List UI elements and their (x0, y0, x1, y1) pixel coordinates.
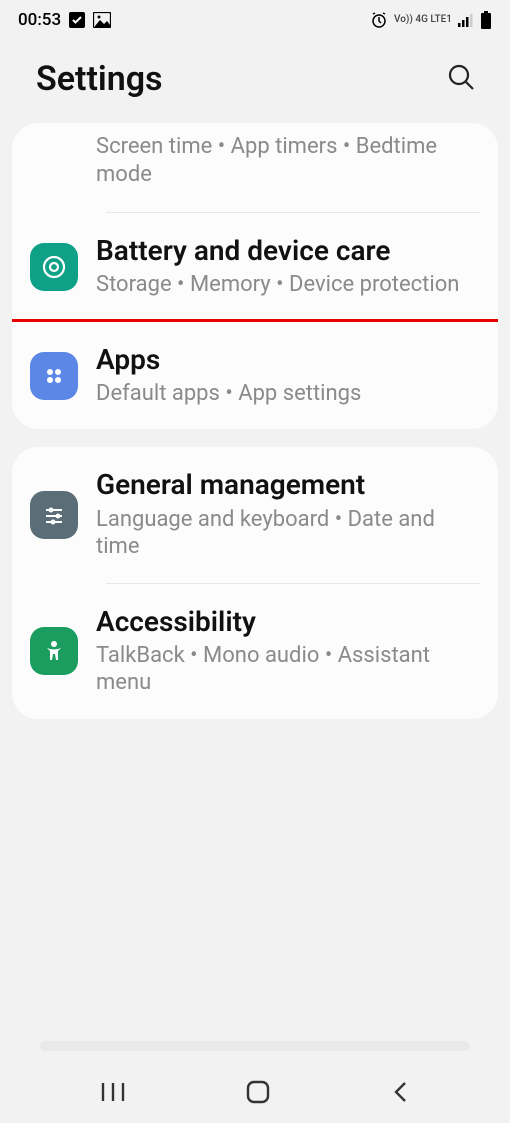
row-title: Apps (96, 344, 480, 376)
row-subtitle: Screen time • App timers • Bedtime mode (96, 133, 480, 188)
home-icon (245, 1093, 271, 1108)
recents-button[interactable] (90, 1071, 136, 1116)
search-icon (446, 80, 476, 95)
settings-header: Settings (0, 40, 510, 123)
settings-row-apps[interactable]: Apps Default apps • App settings (12, 322, 498, 430)
apps-icon (30, 352, 78, 400)
row-subtitle: Language and keyboard • Date and time (96, 506, 480, 561)
battery-icon (480, 11, 492, 29)
search-button[interactable] (442, 58, 480, 99)
settings-row-accessibility[interactable]: Accessibility TalkBack • Mono audio • As… (12, 584, 498, 719)
image-icon (93, 12, 111, 28)
row-title: General management (96, 469, 480, 501)
navigation-bar (0, 1063, 510, 1123)
settings-row-general-management[interactable]: General management Language and keyboard… (12, 447, 498, 582)
scroll-indicator (40, 1041, 470, 1051)
home-button[interactable] (235, 1069, 281, 1118)
highlight-box: Apps Default apps • App settings (12, 319, 498, 430)
status-bar: 00:53 Vo)) 4G LTE1 (0, 0, 510, 40)
device-care-icon (30, 243, 78, 291)
row-subtitle: Storage • Memory • Device protection (96, 271, 480, 299)
network-type: Vo)) 4G LTE1 (394, 15, 452, 25)
back-icon (390, 1093, 410, 1108)
sliders-icon (30, 491, 78, 539)
status-time: 00:53 (18, 10, 61, 30)
row-title: Battery and device care (96, 235, 480, 267)
settings-row-digital-wellbeing[interactable]: Screen time • App timers • Bedtime mode (12, 123, 498, 212)
checkbox-icon (69, 12, 85, 28)
settings-card: Screen time • App timers • Bedtime mode … (12, 123, 498, 429)
alarm-icon (370, 11, 388, 29)
row-subtitle: TalkBack • Mono audio • Assistant menu (96, 642, 480, 697)
recents-icon (100, 1091, 126, 1106)
back-button[interactable] (380, 1069, 420, 1118)
settings-card: General management Language and keyboard… (12, 447, 498, 718)
page-title: Settings (36, 59, 163, 99)
accessibility-icon (30, 627, 78, 675)
row-title: Accessibility (96, 606, 480, 638)
row-subtitle: Default apps • App settings (96, 380, 480, 408)
signal-icon (458, 13, 474, 27)
settings-row-battery[interactable]: Battery and device care Storage • Memory… (12, 213, 498, 321)
